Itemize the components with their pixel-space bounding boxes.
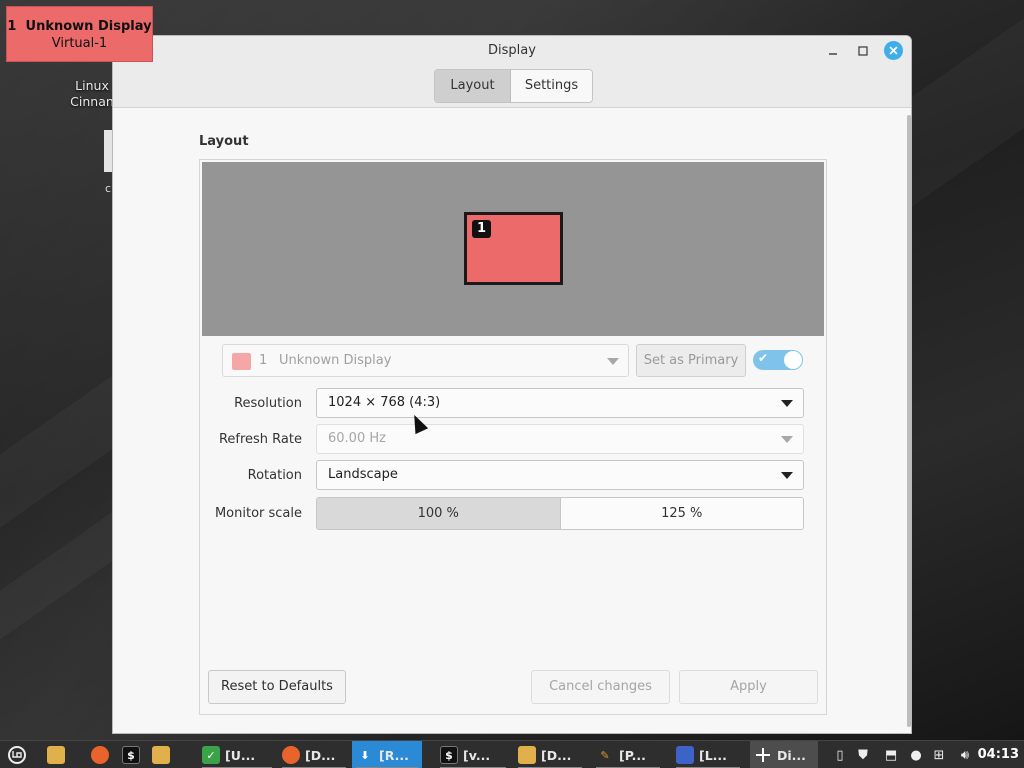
monitor-number-badge: 1 bbox=[472, 220, 491, 238]
user-tray-icon[interactable]: ● bbox=[908, 746, 924, 764]
task-item-0[interactable]: ✓ [U... bbox=[198, 741, 276, 768]
window-content: Layout 1 1 Unknown Display Set as Primar… bbox=[113, 109, 911, 733]
rotation-value: Landscape bbox=[328, 467, 398, 482]
paint-icon: ✎ bbox=[600, 748, 610, 762]
check-icon: ✔ bbox=[758, 351, 769, 365]
chevron-down-icon bbox=[781, 400, 793, 407]
folder-icon bbox=[518, 746, 536, 764]
task-item-6[interactable]: [L... bbox=[672, 741, 744, 768]
launcher-folder[interactable] bbox=[148, 741, 178, 768]
display-icon bbox=[754, 746, 772, 764]
clipboard-tray-icon[interactable]: ▯ bbox=[832, 746, 848, 764]
layout-frame: 1 1 Unknown Display Set as Primary ✔ Res… bbox=[199, 159, 827, 715]
rotation-label: Rotation bbox=[247, 468, 302, 483]
refresh-rate-value: 60.00 Hz bbox=[328, 431, 386, 446]
desktop-file-label: c bbox=[105, 182, 112, 195]
shield-tray-icon[interactable]: ⛊ bbox=[855, 746, 871, 764]
taskbar: $ ✓ [U... [D... ⬇ [R... $ [v... [D... ✎ … bbox=[0, 740, 1024, 768]
download-icon: ⬇ bbox=[360, 748, 370, 762]
mint-menu-icon bbox=[8, 746, 26, 764]
task-label: [R... bbox=[379, 747, 409, 763]
resolution-value: 1024 × 768 (4:3) bbox=[328, 395, 441, 410]
terminal-icon: $ bbox=[440, 746, 458, 764]
monitor-1-preview[interactable]: 1 bbox=[464, 212, 563, 285]
task-label: [D... bbox=[305, 747, 336, 763]
refresh-rate-label: Refresh Rate bbox=[218, 432, 302, 447]
scale-option-100[interactable]: 100 % bbox=[317, 498, 561, 529]
volume-tray-icon[interactable]: 🔊︎ bbox=[957, 746, 973, 764]
task-label: [v... bbox=[463, 747, 491, 763]
cancel-changes-button[interactable]: Cancel changes bbox=[531, 670, 670, 704]
task-item-7[interactable]: Di... bbox=[750, 741, 818, 768]
display-settings-window: Display Layout Settings Layout 1 1 Unkno… bbox=[112, 35, 912, 734]
move-icon bbox=[756, 748, 770, 762]
identify-connector: Virtual-1 bbox=[51, 36, 108, 51]
set-as-primary-button[interactable]: Set as Primary bbox=[636, 344, 746, 377]
terminal-icon: $ bbox=[122, 746, 140, 764]
display-color-swatch bbox=[232, 353, 251, 370]
clock[interactable]: 04:13 bbox=[978, 747, 1019, 762]
tab-layout[interactable]: Layout bbox=[435, 70, 511, 102]
shield-vpn-icon: ✓ bbox=[202, 746, 220, 764]
close-button[interactable] bbox=[884, 41, 903, 60]
monitor-scale-selector: 100 % 125 % bbox=[316, 497, 804, 530]
close-icon bbox=[889, 46, 898, 55]
launcher-software[interactable] bbox=[87, 741, 117, 768]
task-label: [L... bbox=[699, 747, 727, 763]
resolution-label: Resolution bbox=[234, 396, 302, 411]
identify-overlay: 1 Unknown Display Virtual-1 bbox=[6, 6, 153, 62]
monitor-arrangement-area[interactable]: 1 bbox=[202, 162, 824, 336]
task-label: [P... bbox=[619, 747, 646, 763]
scale-option-125[interactable]: 125 % bbox=[560, 498, 803, 529]
network-tray-icon[interactable]: ⊞ bbox=[931, 746, 947, 764]
chevron-down-icon bbox=[781, 436, 793, 443]
window-titlebar[interactable]: Display Layout Settings bbox=[113, 36, 911, 108]
menu-button[interactable] bbox=[0, 741, 40, 768]
toggle-knob bbox=[784, 351, 802, 369]
task-item-4[interactable]: [D... bbox=[514, 741, 586, 768]
task-label: Di... bbox=[777, 747, 806, 763]
tab-settings[interactable]: Settings bbox=[511, 70, 592, 102]
maximize-icon bbox=[858, 46, 868, 56]
software-manager-icon bbox=[91, 746, 109, 764]
file-manager-icon bbox=[47, 746, 65, 764]
launcher-files[interactable] bbox=[43, 741, 73, 768]
section-title: Layout bbox=[199, 134, 249, 149]
task-item-5[interactable]: ✎ [P... bbox=[592, 741, 664, 768]
tab-switcher: Layout Settings bbox=[434, 69, 593, 103]
identify-title: 1 Unknown Display bbox=[7, 18, 152, 35]
task-label: [U... bbox=[225, 747, 256, 763]
maximize-button[interactable] bbox=[852, 40, 874, 62]
chevron-down-icon bbox=[607, 358, 619, 365]
minimize-button[interactable] bbox=[822, 40, 844, 62]
folder-icon bbox=[152, 746, 170, 764]
rotation-combo[interactable]: Landscape bbox=[316, 460, 804, 490]
scrollbar[interactable] bbox=[907, 115, 911, 727]
refresh-rate-combo[interactable]: 60.00 Hz bbox=[316, 424, 804, 454]
display-enabled-toggle[interactable]: ✔ bbox=[753, 350, 803, 370]
resolution-combo[interactable]: 1024 × 768 (4:3) bbox=[316, 388, 804, 418]
update-tray-icon[interactable]: ⬒ bbox=[883, 746, 899, 764]
app-icon bbox=[676, 746, 694, 764]
launcher-terminal[interactable]: $ bbox=[118, 741, 148, 768]
display-name: Unknown Display bbox=[279, 353, 392, 368]
display-number: 1 bbox=[259, 353, 268, 368]
identify-number: 1 bbox=[7, 19, 17, 34]
reset-to-defaults-button[interactable]: Reset to Defaults bbox=[208, 670, 346, 704]
apply-button[interactable]: Apply bbox=[679, 670, 818, 704]
software-icon bbox=[282, 746, 300, 764]
task-item-1[interactable]: [D... bbox=[278, 741, 350, 768]
identify-name: Unknown Display bbox=[25, 19, 152, 34]
mint-logo-icon bbox=[12, 751, 22, 758]
monitor-scale-label: Monitor scale bbox=[214, 506, 302, 521]
window-title: Display bbox=[488, 43, 536, 58]
chevron-down-icon bbox=[781, 472, 793, 479]
display-selector[interactable]: 1 Unknown Display bbox=[222, 344, 629, 377]
task-item-3[interactable]: $ [v... bbox=[436, 741, 510, 768]
task-label: [D... bbox=[541, 747, 572, 763]
minimize-icon bbox=[829, 53, 837, 55]
task-item-2[interactable]: ⬇ [R... bbox=[352, 741, 422, 768]
